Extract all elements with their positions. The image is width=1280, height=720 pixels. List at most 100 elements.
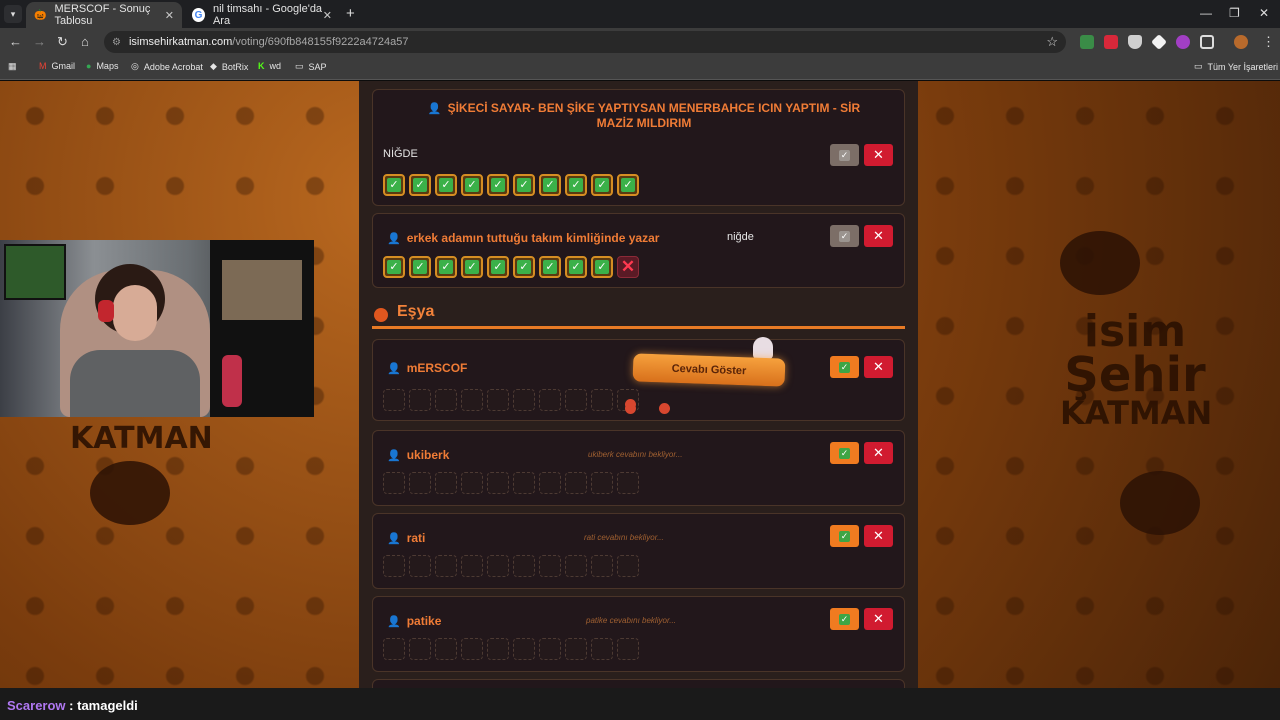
vote-boxes [383,389,643,411]
vote-empty [383,389,405,411]
puzzle-extensions-icon[interactable] [1200,35,1214,49]
close-window-icon[interactable]: ✕ [1259,6,1269,20]
waiting-status: patike cevabını bekliyor... [586,616,676,625]
approve-button[interactable]: ✓ [830,608,859,630]
vote-yes: ✓ [383,174,405,196]
address-bar[interactable]: ⚙ isimsehirkatman.com /voting/690fb84815… [104,31,1066,53]
vote-empty [487,389,509,411]
bookmark-botrix[interactable]: ◆ BotRix [210,61,248,72]
vote-empty [435,638,457,660]
vote-yes: ✓ [591,174,613,196]
vote-empty [461,638,483,660]
user-icon: 👤 [427,103,442,115]
vote-empty [513,389,535,411]
approve-button[interactable]: ✓ [830,225,859,247]
chat-message: Scarerow : tamageldi [7,698,138,713]
url-path: /voting/690fb848155f9222a4724a57 [232,36,409,48]
answer-card: 👤 ukiberk ukiberk cevabını bekliyor... ✓ … [372,430,905,506]
home-icon[interactable]: ⌂ [81,34,89,49]
new-tab-icon[interactable]: + [346,5,355,22]
reject-button[interactable]: ✕ [864,144,893,166]
microphone [222,355,242,407]
extension-icon[interactable] [1080,35,1094,49]
tab-google[interactable]: G nil timsahı - Google'da Ara ✕ [184,2,340,28]
extension-icon[interactable] [1176,35,1190,49]
logo-decoration: KATMAN [70,421,213,456]
check-icon: ✓ [839,530,850,542]
extension-icon[interactable] [1104,35,1118,49]
vote-empty [383,638,405,660]
vote-empty [409,638,431,660]
vote-empty [461,555,483,577]
vote-yes: ✓ [435,174,457,196]
reject-button[interactable]: ✕ [864,442,893,464]
reject-button[interactable]: ✕ [864,608,893,630]
vote-empty [539,555,561,577]
bookmark-wd[interactable]: Kwd [258,61,281,71]
tab-merscof[interactable]: 🎃 MERSCOF - Sonuç Tablosu ✕ [26,2,182,28]
reveal-answer-button[interactable]: Cevabı Göster [632,353,786,387]
close-icon: ✕ [873,228,884,243]
headset [98,300,114,322]
tab-label: nil timsahı - Google'da Ara [212,3,323,27]
browser-toolbar: ← → ↻ ⌂ ⚙ isimsehirkatman.com /voting/69… [0,28,1280,56]
google-favicon-icon: G [192,8,205,22]
player-answer: NİĞDE [383,148,418,160]
vote-empty [487,472,509,494]
vote-empty [539,638,561,660]
back-icon[interactable]: ← [9,34,22,49]
bookmark-star-icon[interactable]: ☆ [1046,34,1058,50]
bookmark-adobe[interactable]: ◎ Adobe Acrobat [131,61,203,72]
vote-empty [461,472,483,494]
approve-button[interactable]: ✓ [830,356,859,378]
user-icon: 👤 [387,363,401,375]
bookmark-sap[interactable]: ▭ SAP [295,61,327,72]
vote-yes: ✓ [435,256,457,278]
reject-button[interactable]: ✕ [864,225,893,247]
vote-yes: ✓ [461,256,483,278]
bookmark-gmail[interactable]: M Gmail [39,61,75,71]
shield-extension-icon[interactable] [1128,35,1142,49]
reject-button[interactable]: ✕ [864,356,893,378]
reject-button[interactable]: ✕ [864,525,893,547]
restore-icon[interactable]: ❐ [1229,6,1240,20]
check-icon: ✓ [839,613,850,625]
vote-empty [435,555,457,577]
answer-card: 👤 patike patike cevabını bekliyor... ✓ ✕ [372,596,905,672]
answer-card: 👤 erkek adamın tuttuğu takım kimliğinde y… [372,213,905,288]
vote-empty [565,389,587,411]
player-name: 👤 patike [387,614,442,628]
avatar[interactable] [1234,35,1248,49]
vote-empty [539,472,561,494]
close-icon[interactable]: ✕ [323,9,332,22]
vote-yes: ✓ [513,174,535,196]
vote-boxes [383,638,643,660]
user-icon: 👤 [387,233,401,245]
extension-icon[interactable] [1151,34,1167,50]
pumpkin-decoration [90,461,170,525]
forward-icon[interactable]: → [33,34,46,49]
logo-decoration: isim Şehir KATMAN [1060,306,1213,433]
minimize-icon[interactable]: — [1200,6,1212,20]
close-icon[interactable]: ✕ [165,9,174,22]
vote-yes: ✓ [539,174,561,196]
folder-icon: ▭ [295,61,304,71]
approve-button[interactable]: ✓ [830,144,859,166]
chat-user: Scarerow [7,698,66,713]
vote-empty [591,638,613,660]
bookmark-maps[interactable]: ● Maps [86,61,118,71]
all-bookmarks[interactable]: ▭ Tüm Yer İşaretleri [1194,61,1278,72]
site-info-icon[interactable]: ⚙ [112,37,121,48]
menu-dots-icon[interactable]: ⋮ [1262,34,1275,50]
tab-search-icon[interactable]: ▾ [4,5,22,23]
player-answer: niğde [727,231,754,243]
reload-icon[interactable]: ↻ [57,34,68,50]
close-icon: ✕ [873,611,884,626]
halloween-favicon-icon: 🎃 [34,9,47,21]
apps-grid-icon[interactable]: ▦ [8,61,22,72]
waiting-status: ukiberk cevabını bekliyor... [588,450,683,459]
approve-button[interactable]: ✓ [830,525,859,547]
vote-empty [565,555,587,577]
vote-empty [591,555,613,577]
approve-button[interactable]: ✓ [830,442,859,464]
